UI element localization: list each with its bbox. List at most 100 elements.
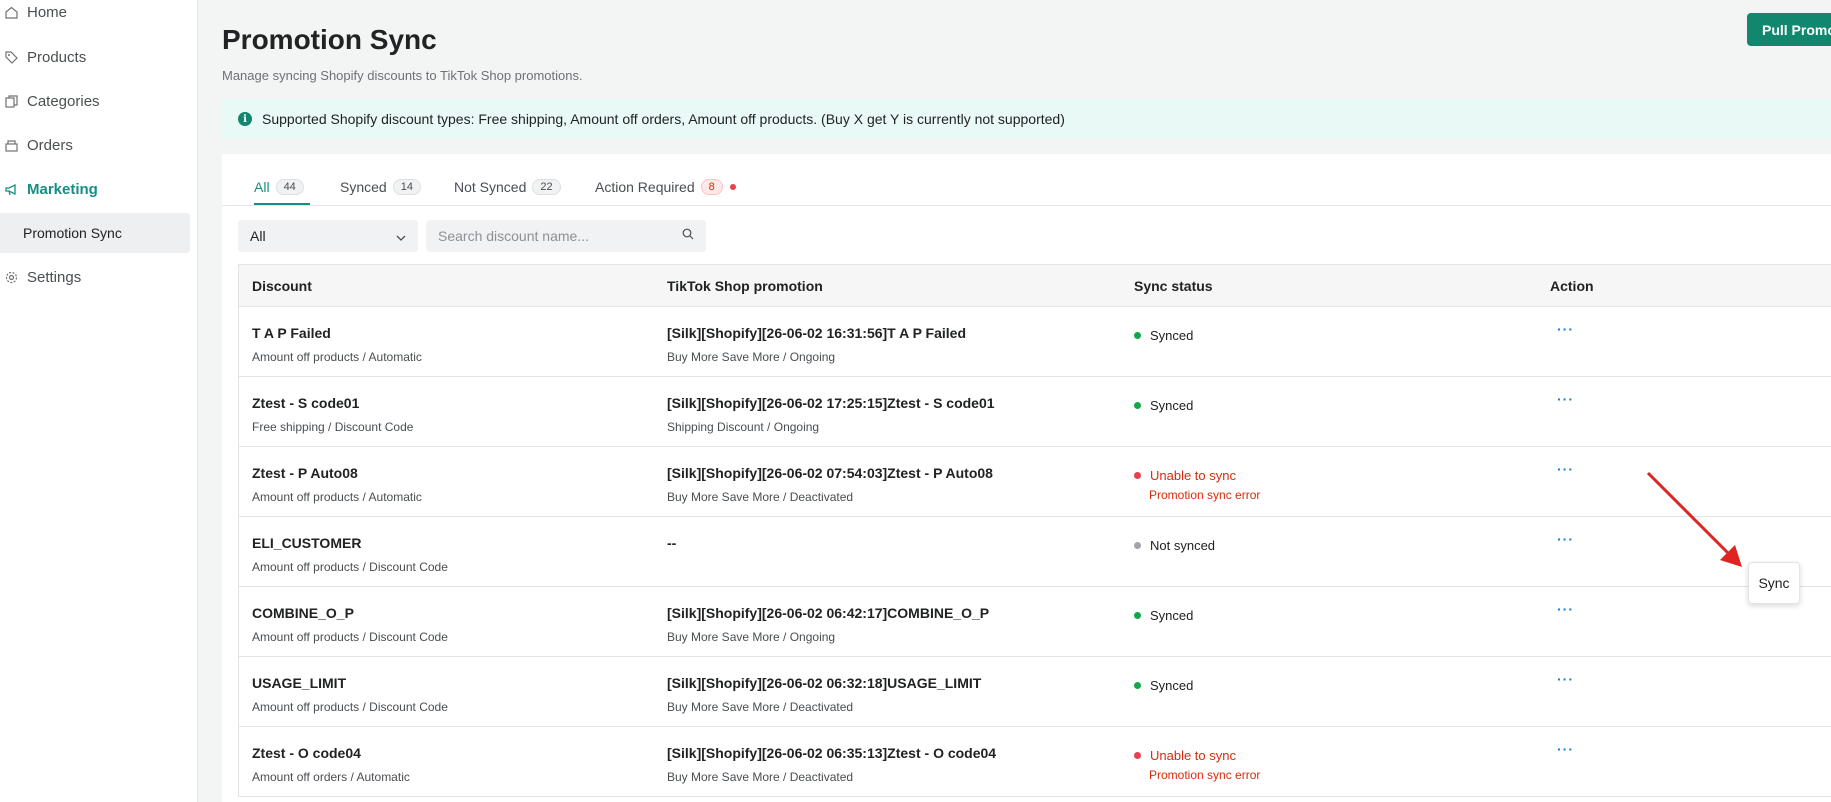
row-actions-button[interactable]: ··· <box>1557 391 1574 407</box>
tab-label: All <box>254 179 270 195</box>
sidebar-item-categories[interactable]: Categories <box>0 81 190 121</box>
discount-type: Amount off products / Discount Code <box>252 560 448 574</box>
sync-status: Unable to sync <box>1134 748 1236 763</box>
status-dot <box>1134 402 1141 409</box>
table-header: Discount TikTok Shop promotion Sync stat… <box>239 265 1831 307</box>
column-header-discount: Discount <box>252 278 312 294</box>
sync-menu-item[interactable]: Sync <box>1748 562 1800 604</box>
sync-status: Unable to sync <box>1134 468 1236 483</box>
sidebar: Home Products Categories Orders Marketin… <box>0 0 198 802</box>
tab-not-synced[interactable]: Not Synced 22 <box>454 177 561 197</box>
tab-count-badge: 14 <box>392 179 421 195</box>
sync-status-label: Synced <box>1150 608 1194 623</box>
sync-status: Synced <box>1134 328 1193 343</box>
sync-status-detail: Promotion sync error <box>1149 768 1261 782</box>
tiktok-promotion-name: [Silk][Shopify][26-06-02 06:32:18]USAGE_… <box>667 675 982 691</box>
sync-status-detail: Promotion sync error <box>1149 488 1261 502</box>
gear-icon <box>4 270 18 284</box>
search-field <box>426 220 706 252</box>
sync-status: Synced <box>1134 678 1193 693</box>
row-actions-button[interactable]: ··· <box>1557 671 1574 687</box>
tiktok-promotion-name: [Silk][Shopify][26-06-02 07:54:03]Ztest … <box>667 465 993 481</box>
tiktok-promotion-detail: Buy More Save More / Deactivated <box>667 700 854 714</box>
home-icon <box>4 5 18 19</box>
sidebar-item-label: Promotion Sync <box>23 225 122 241</box>
pull-promotions-button[interactable]: Pull Promo <box>1747 13 1831 46</box>
status-dot <box>1134 752 1141 759</box>
tab-count-badge: 22 <box>532 179 561 195</box>
tab-action-required[interactable]: Action Required 8 <box>595 177 736 197</box>
discount-name: Ztest - P Auto08 <box>252 465 358 481</box>
tiktok-promotion-name: -- <box>667 535 677 551</box>
active-tab-indicator <box>254 203 310 205</box>
column-header-sync-status: Sync status <box>1134 278 1213 294</box>
chevron-down-icon <box>396 228 406 244</box>
status-dot <box>1134 542 1141 549</box>
row-actions-button[interactable]: ··· <box>1557 321 1574 337</box>
tiktok-promotion-detail: Buy More Save More / Deactivated <box>667 770 854 784</box>
status-dot <box>1134 332 1141 339</box>
discount-table: Discount TikTok Shop promotion Sync stat… <box>238 264 1831 797</box>
row-actions-button[interactable]: ··· <box>1557 601 1574 617</box>
sync-status-label: Synced <box>1150 678 1194 693</box>
row-actions-button[interactable]: ··· <box>1557 461 1574 477</box>
sidebar-item-label: Products <box>27 48 87 66</box>
discount-type: Free shipping / Discount Code <box>252 420 414 434</box>
categories-icon <box>4 94 18 108</box>
sidebar-item-settings[interactable]: Settings <box>0 257 190 297</box>
sync-status-label: Unable to sync <box>1150 468 1236 483</box>
tag-icon <box>4 50 18 64</box>
status-dot <box>1134 682 1141 689</box>
sync-status-label: Synced <box>1150 328 1194 343</box>
info-icon: i <box>238 112 252 126</box>
info-banner: i Supported Shopify discount types: Free… <box>222 99 1831 139</box>
megaphone-icon <box>4 182 18 196</box>
tiktok-promotion-detail: Buy More Save More / Ongoing <box>667 630 836 644</box>
tab-count-badge: 44 <box>275 179 304 195</box>
tab-synced[interactable]: Synced 14 <box>340 177 421 197</box>
page-title: Promotion Sync <box>222 24 437 55</box>
tiktok-promotion-detail: Shipping Discount / Ongoing <box>667 420 820 434</box>
tab-label: Not Synced <box>454 179 527 195</box>
sync-status-label: Synced <box>1150 398 1194 413</box>
tiktok-promotion-detail: Buy More Save More / Ongoing <box>667 350 836 364</box>
tab-bar: All 44 Synced 14 Not Synced 22 Action Re… <box>222 154 1831 206</box>
promotion-card: All 44 Synced 14 Not Synced 22 Action Re… <box>222 154 1831 802</box>
discount-type: Amount off products / Automatic <box>252 490 422 504</box>
alert-dot <box>729 184 736 190</box>
sidebar-item-marketing[interactable]: Marketing <box>0 169 190 209</box>
search-input[interactable] <box>438 228 682 244</box>
row-actions-button[interactable]: ··· <box>1557 531 1574 547</box>
discount-name: ELI_CUSTOMER <box>252 535 362 551</box>
table-row: Ztest - O code04 Amount off orders / Auto… <box>239 727 1831 797</box>
annotation-arrow <box>1646 471 1742 567</box>
table-row: T A P Failed Amount off products / Automa… <box>239 307 1831 377</box>
tiktok-promotion-name: [Silk][Shopify][26-06-02 16:31:56]T A P … <box>667 325 967 341</box>
sidebar-item-home[interactable]: Home <box>0 0 190 32</box>
sidebar-item-promotion-sync[interactable]: Promotion Sync <box>0 213 190 253</box>
page-subtitle: Manage syncing Shopify discounts to TikT… <box>222 68 583 83</box>
discount-type: Amount off products / Discount Code <box>252 700 448 714</box>
discount-type: Amount off orders / Automatic <box>252 770 410 784</box>
discount-name: Ztest - O code04 <box>252 745 361 761</box>
status-dot <box>1134 472 1141 479</box>
sync-status-label: Not synced <box>1150 538 1216 553</box>
sidebar-item-products[interactable]: Products <box>0 37 190 77</box>
tab-label: Synced <box>340 179 387 195</box>
table-row: USAGE_LIMIT Amount off products / Discoun… <box>239 657 1831 727</box>
row-actions-button[interactable]: ··· <box>1557 741 1574 757</box>
search-icon[interactable] <box>682 227 694 245</box>
status-filter-select[interactable]: All <box>238 220 418 252</box>
sync-status: Not synced <box>1134 538 1215 553</box>
sidebar-item-orders[interactable]: Orders <box>0 125 190 165</box>
discount-type: Amount off products / Discount Code <box>252 630 448 644</box>
discount-type: Amount off products / Automatic <box>252 350 422 364</box>
table-row: COMBINE_O_P Amount off products / Discoun… <box>239 587 1831 657</box>
sync-status: Synced <box>1134 608 1193 623</box>
discount-name: COMBINE_O_P <box>252 605 354 621</box>
tab-all[interactable]: All 44 <box>254 177 304 197</box>
orders-icon <box>4 138 18 152</box>
status-dot <box>1134 612 1141 619</box>
sidebar-item-label: Home <box>27 3 68 21</box>
table-row: ELI_CUSTOMER Amount off products / Discou… <box>239 517 1831 587</box>
